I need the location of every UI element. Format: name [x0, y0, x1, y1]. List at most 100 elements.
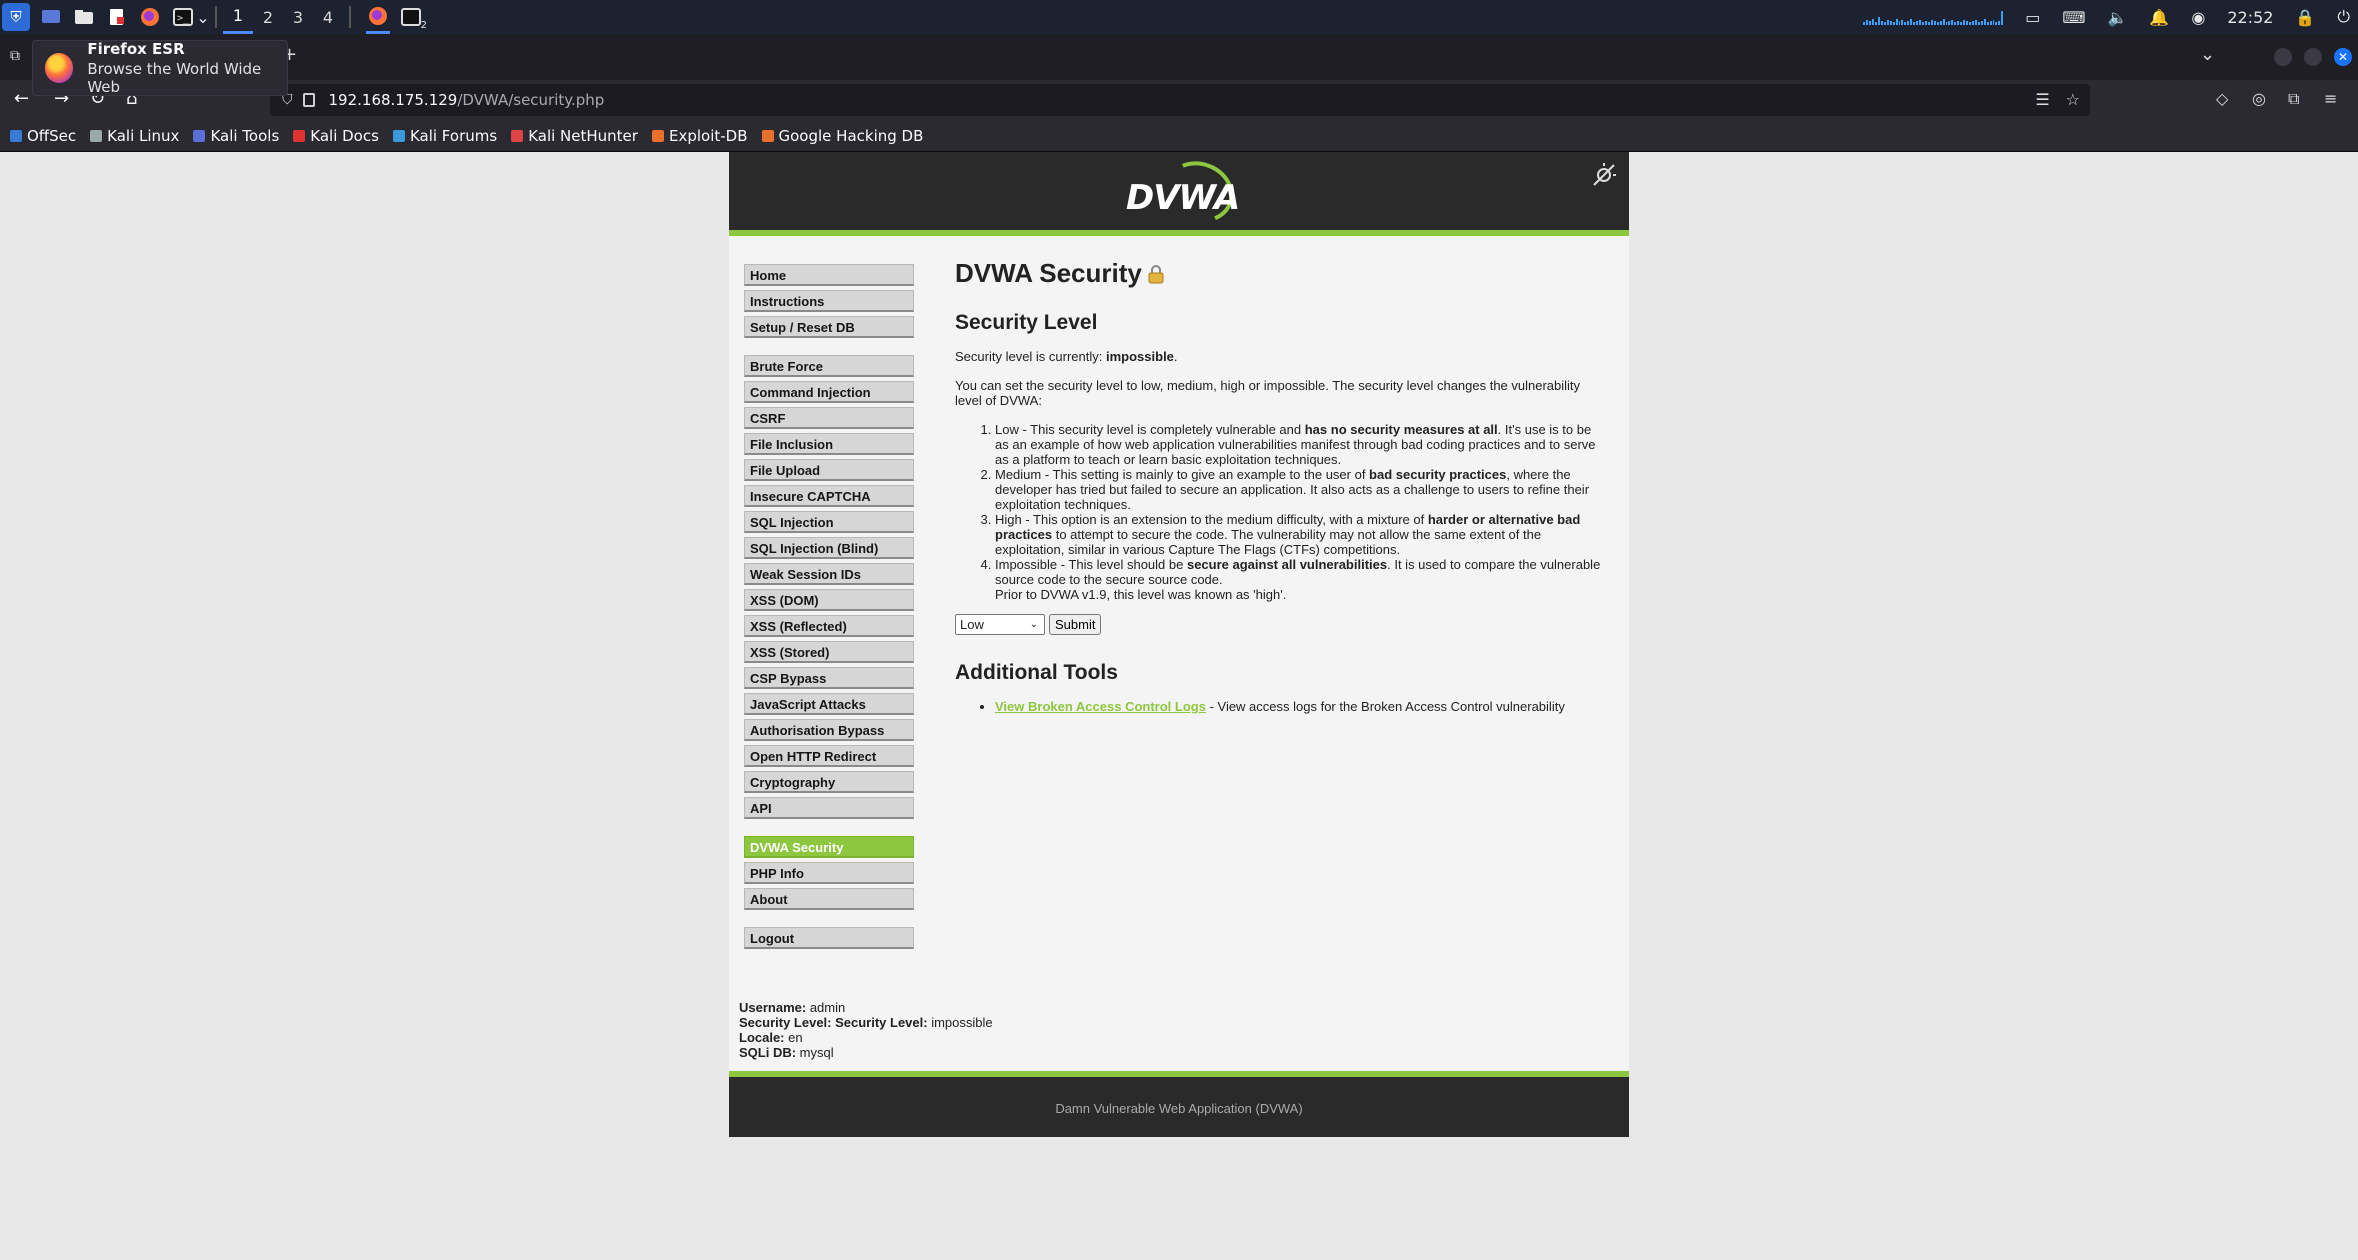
bookmark-kali-tools[interactable]: Kali Tools — [193, 127, 279, 145]
menu-item-dvwa-security[interactable]: DVWA Security — [744, 836, 914, 858]
menu-item-csp-bypass[interactable]: CSP Bypass — [744, 667, 914, 689]
menu-item-api[interactable]: API — [744, 797, 914, 819]
bookmark-kali-linux[interactable]: Kali Linux — [90, 127, 179, 145]
menu-item-php-info[interactable]: PHP Info — [744, 862, 914, 884]
bookmark-kali-docs[interactable]: Kali Docs — [293, 127, 379, 145]
level-item: High - This option is an extension to th… — [995, 512, 1605, 557]
bookmark-google-hacking-db[interactable]: Google Hacking DB — [761, 126, 924, 145]
security-level-select[interactable]: Low ⌄ — [955, 614, 1045, 635]
power-status-icon[interactable]: ◉ — [2191, 8, 2205, 27]
maximize-window-button[interactable] — [2304, 48, 2322, 66]
menu-item-cryptography[interactable]: Cryptography — [744, 771, 914, 793]
level-emphasis: bad security practices — [1369, 467, 1507, 482]
graph-bar — [1919, 20, 1922, 25]
extensions-icon[interactable]: ⧉ — [2288, 89, 2299, 109]
app-menu-icon[interactable]: ≡ — [2324, 89, 2337, 108]
url-bar[interactable]: ⛉ 192.168.175.129/DVWA/security.php ☰ ☆ — [270, 84, 2090, 116]
broken-access-logs-link[interactable]: View Broken Access Control Logs — [995, 699, 1206, 714]
firefox-launcher-icon[interactable] — [138, 5, 162, 29]
clock[interactable]: 22:52 — [2227, 8, 2273, 27]
level-text: Medium - This setting is mainly to give … — [995, 467, 1370, 482]
graph-bar — [1889, 21, 1892, 25]
browser-tab-strip: ⧉ + ⌄ ✕ — [0, 34, 2358, 80]
menu-item-brute-force[interactable]: Brute Force — [744, 355, 914, 377]
graph-bar — [1904, 22, 1907, 25]
menu-item-instructions[interactable]: Instructions — [744, 290, 914, 312]
workspace-4[interactable]: 4 — [313, 8, 343, 27]
minimize-window-button[interactable] — [2274, 48, 2292, 66]
bookmark-offsec[interactable]: OffSec — [10, 127, 76, 145]
graph-bar — [1998, 21, 2001, 25]
volume-icon[interactable]: 🔈 — [2108, 8, 2128, 27]
menu-item-xss-stored[interactable]: XSS (Stored) — [744, 641, 914, 663]
screen-icon[interactable]: ▭ — [2025, 8, 2040, 27]
pocket-icon[interactable]: ◇ — [2216, 89, 2228, 108]
menu-item-file-inclusion[interactable]: File Inclusion — [744, 433, 914, 455]
power-icon[interactable]: ⏻ — [2337, 7, 2350, 27]
kali-dragon-icon — [90, 129, 103, 142]
reader-view-icon[interactable]: ☰ — [2035, 90, 2049, 109]
graph-bar — [1924, 21, 1927, 25]
menu-group: Logout — [744, 927, 914, 949]
text-editor-icon[interactable] — [105, 5, 129, 29]
chevron-down-icon[interactable]: ⌄ — [196, 5, 209, 29]
menu-item-home[interactable]: Home — [744, 264, 914, 286]
additional-tools-heading: Additional Tools — [955, 661, 1118, 684]
dvwa-logo[interactable]: DVWA — [1124, 151, 1243, 233]
bookmark-label: Kali Docs — [310, 126, 379, 145]
back-arrow-icon[interactable]: ← — [14, 88, 29, 109]
keyboard-icon[interactable]: ⌨ — [2062, 8, 2085, 27]
menu-item-csrf[interactable]: CSRF — [744, 407, 914, 429]
submit-button[interactable]: Submit — [1049, 614, 1102, 635]
bookmark-label: Google Hacking DB — [778, 126, 924, 145]
file-manager-icon[interactable] — [72, 5, 96, 29]
menu-item-javascript-attacks[interactable]: JavaScript Attacks — [744, 693, 914, 715]
graph-bar — [1886, 20, 1889, 25]
level-text: to attempt to secure the code. The vulne… — [995, 527, 1542, 557]
workspace-3[interactable]: 3 — [283, 8, 313, 27]
bookmark-kali-forums[interactable]: Kali Forums — [392, 127, 497, 145]
workspace-2[interactable]: 2 — [253, 8, 283, 27]
menu-item-sql-injection-blind[interactable]: SQL Injection (Blind) — [744, 537, 914, 559]
menu-item-weak-session-ids[interactable]: Weak Session IDs — [744, 563, 914, 585]
graph-bar — [1933, 21, 1936, 25]
menu-item-setup-reset-db[interactable]: Setup / Reset DB — [744, 316, 914, 338]
graph-bar — [1992, 20, 1995, 25]
tab-list-icon[interactable]: ⧉ — [10, 48, 20, 64]
bookmarks-toolbar: OffSec Kali Linux Kali Tools Kali Docs K… — [0, 120, 2358, 152]
workspace-1[interactable]: 1 — [223, 0, 253, 34]
current-level-text: Security level is currently: impossible. — [955, 349, 1605, 364]
menu-item-insecure-captcha[interactable]: Insecure CAPTCHA — [744, 485, 914, 507]
bookmark-exploit-db[interactable]: Exploit-DB — [651, 127, 748, 145]
menu-item-open-http-redirect[interactable]: Open HTTP Redirect — [744, 745, 914, 767]
info-row: Username: admin — [739, 1000, 993, 1015]
current-level-prefix: Security level is currently: — [955, 349, 1106, 364]
menu-item-sql-injection[interactable]: SQL Injection — [744, 511, 914, 533]
account-icon[interactable]: ◎ — [2252, 89, 2266, 108]
menu-item-logout[interactable]: Logout — [744, 927, 914, 949]
list-all-tabs-chevron-icon[interactable]: ⌄ — [2200, 44, 2215, 65]
terminal-window-icon[interactable]: 2 — [399, 5, 427, 31]
graph-bar — [1945, 22, 1948, 25]
lock-screen-icon[interactable]: 🔒 — [2295, 8, 2315, 27]
firefox-window-icon[interactable] — [366, 0, 390, 34]
kali-menu-icon[interactable]: ⛨ — [2, 3, 30, 31]
notification-bell-icon[interactable]: 🔔 — [2149, 8, 2169, 27]
menu-item-authorisation-bypass[interactable]: Authorisation Bypass — [744, 719, 914, 741]
graph-bar — [1869, 21, 1872, 25]
insecure-lock-icon[interactable] — [302, 93, 315, 107]
info-value: mysql — [796, 1045, 834, 1060]
terminal-launcher-icon[interactable]: >_ — [171, 5, 195, 29]
bookmark-star-icon[interactable]: ☆ — [2066, 90, 2080, 109]
bookmark-kali-nethunter[interactable]: Kali NetHunter — [511, 127, 638, 145]
menu-item-xss-reflected[interactable]: XSS (Reflected) — [744, 615, 914, 637]
menu-item-about[interactable]: About — [744, 888, 914, 910]
desktop-icon[interactable] — [39, 5, 63, 29]
menu-item-command-injection[interactable]: Command Injection — [744, 381, 914, 403]
menu-item-xss-dom[interactable]: XSS (DOM) — [744, 589, 914, 611]
info-row: SQLi DB: mysql — [739, 1045, 993, 1060]
menu-item-file-upload[interactable]: File Upload — [744, 459, 914, 481]
graph-bar — [1942, 19, 1945, 25]
theme-toggle-icon[interactable] — [1591, 162, 1617, 188]
close-window-button[interactable]: ✕ — [2334, 48, 2352, 66]
